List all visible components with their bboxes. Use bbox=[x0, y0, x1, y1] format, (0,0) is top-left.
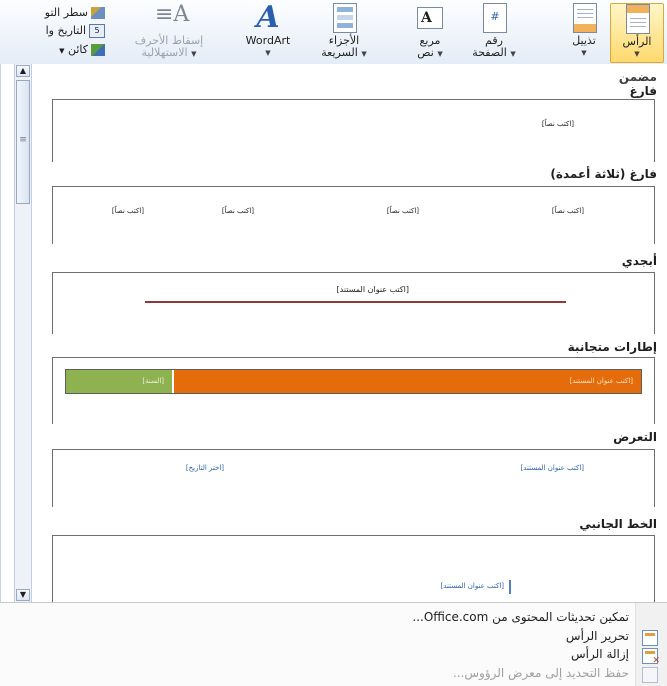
tiles-bar: [السنة] [اكتب عنوان المستند] bbox=[65, 369, 642, 394]
signature-line-icon bbox=[91, 7, 105, 19]
gallery-item-alphabet[interactable]: [اكتب عنوان المستند] bbox=[52, 272, 655, 334]
calendar-icon: 5 bbox=[89, 24, 105, 38]
textbox-button[interactable]: A مربع نص ▼ bbox=[404, 3, 456, 61]
footer-page-icon bbox=[570, 3, 598, 33]
gallery-scrollbar[interactable]: ▲ ≡ ▼ bbox=[14, 64, 32, 602]
gallery-item-title: فارغ (ثلاثة أعمدة) bbox=[550, 167, 657, 181]
gallery-category-label: مضمن bbox=[618, 70, 657, 84]
placeholder-text: [اكتب نصاً] bbox=[111, 207, 144, 215]
quick-parts-icon bbox=[330, 3, 358, 33]
quick-parts-button[interactable]: الأجزاء السريعة ▼ bbox=[312, 3, 376, 61]
gallery-item-exposure[interactable]: [اكتب عنوان المستند] [اختر التاريخ] bbox=[52, 449, 655, 507]
signature-line-label: سطر التو bbox=[44, 6, 88, 19]
page-number-button[interactable]: # رقم الصفحة ▼ bbox=[466, 3, 522, 61]
placeholder-text: [اكتب نصاً] bbox=[541, 120, 574, 128]
wordart-label: WordArt bbox=[245, 34, 291, 47]
dropcap-label-2: الاستهلالية ▼ bbox=[141, 46, 197, 59]
gallery-item-title: الخط الجانبي bbox=[579, 517, 657, 531]
gallery-item-title: التعرض bbox=[613, 430, 657, 444]
object-button[interactable]: كائن ▼ bbox=[59, 43, 105, 61]
footer-button-label: تذييل bbox=[572, 34, 596, 47]
gallery-item-title: أبجدي bbox=[621, 254, 657, 268]
object-label: كائن bbox=[67, 43, 88, 56]
chevron-down-icon: ▼ bbox=[59, 47, 65, 55]
dropcap-button[interactable]: ≡A إسقاط الأحرف الاستهلالية ▼ bbox=[114, 3, 224, 61]
gallery-item-blank[interactable]: [اكتب نصاً] bbox=[52, 99, 655, 162]
gallery-item-tiles[interactable]: [السنة] [اكتب عنوان المستند] bbox=[52, 357, 655, 424]
header-page-icon bbox=[623, 4, 651, 34]
date-time-button[interactable]: 5التاريخ وا bbox=[46, 24, 105, 42]
placeholder-text: [اكتب نصاً] bbox=[386, 207, 419, 215]
alphabet-rule-line bbox=[145, 301, 566, 303]
chevron-down-icon: ▼ bbox=[510, 50, 516, 58]
textbox-icon: A bbox=[416, 3, 444, 33]
scroll-thumb[interactable]: ≡ bbox=[16, 80, 30, 204]
gallery-item-sideline[interactable]: [اكتب عنوان المستند] bbox=[52, 535, 655, 602]
placeholder-text: [اكتب عنوان المستند] bbox=[336, 285, 410, 294]
placeholder-text: [اكتب عنوان المستند] bbox=[520, 464, 584, 472]
chevron-down-icon: ▼ bbox=[265, 49, 271, 57]
page-number-label-2: الصفحة ▼ bbox=[472, 46, 516, 59]
header-options-menu: تمكين تحديثات المحتوى من Office.com... ت… bbox=[0, 602, 667, 686]
menu-enable-updates[interactable]: تمكين تحديثات المحتوى من Office.com... bbox=[412, 610, 629, 624]
textbox-label-2: نص ▼ bbox=[417, 46, 443, 59]
header-button[interactable]: الرأس ▼ bbox=[610, 3, 664, 63]
placeholder-text: [اكتب نصاً] bbox=[221, 207, 254, 215]
scroll-down-icon[interactable]: ▼ bbox=[16, 589, 30, 601]
menu-remove-header[interactable]: إزالة الرأس bbox=[571, 647, 629, 661]
wordart-button[interactable]: A WordArt ▼ bbox=[226, 3, 310, 61]
signature-line-button[interactable]: سطر التو bbox=[45, 6, 105, 24]
scroll-up-icon[interactable]: ▲ bbox=[16, 65, 30, 77]
dropcap-icon: ≡A bbox=[155, 2, 190, 27]
menu-save-selection-to-gallery[interactable]: حفظ التحديد إلى معرض الرؤوس... bbox=[453, 666, 629, 680]
edit-header-icon bbox=[642, 630, 658, 646]
footer-button[interactable]: تذييل ▼ bbox=[560, 3, 608, 61]
chevron-down-icon: ▼ bbox=[361, 50, 367, 58]
date-time-label: التاريخ وا bbox=[45, 24, 86, 37]
quick-parts-label-2: السريعة ▼ bbox=[321, 46, 367, 59]
gallery-item-blank-three-columns[interactable]: [اكتب نصاً] [اكتب نصاً] [اكتب نصاً] [اكت… bbox=[52, 186, 655, 244]
placeholder-text: [اكتب نصاً] bbox=[551, 207, 584, 215]
gallery-item-title: إطارات متجانبة bbox=[567, 340, 657, 354]
object-icon bbox=[91, 44, 105, 56]
page-number-icon: # bbox=[480, 3, 508, 33]
save-to-gallery-icon bbox=[642, 667, 658, 683]
insert-ribbon: الرأس ▼ تذييل ▼ # رقم الصفحة ▼ A مربع نص… bbox=[0, 0, 667, 65]
tiles-year-placeholder: [السنة] bbox=[66, 370, 174, 393]
wordart-icon: A bbox=[256, 0, 280, 35]
tiles-title-placeholder: [اكتب عنوان المستند] bbox=[174, 370, 641, 393]
gallery-item-title: فارغ bbox=[629, 84, 657, 98]
chevron-down-icon: ▼ bbox=[437, 50, 443, 58]
chevron-down-icon: ▼ bbox=[634, 50, 640, 58]
sideline-bar bbox=[509, 580, 511, 594]
placeholder-text: [اختر التاريخ] bbox=[185, 464, 224, 472]
chevron-down-icon: ▼ bbox=[581, 49, 587, 57]
chevron-down-icon: ▼ bbox=[191, 50, 197, 58]
menu-edit-header[interactable]: تحرير الرأس bbox=[566, 629, 629, 643]
placeholder-text: [اكتب عنوان المستند] bbox=[440, 582, 504, 590]
remove-header-icon: ✕ bbox=[642, 648, 660, 666]
header-button-label: الرأس bbox=[622, 35, 652, 48]
